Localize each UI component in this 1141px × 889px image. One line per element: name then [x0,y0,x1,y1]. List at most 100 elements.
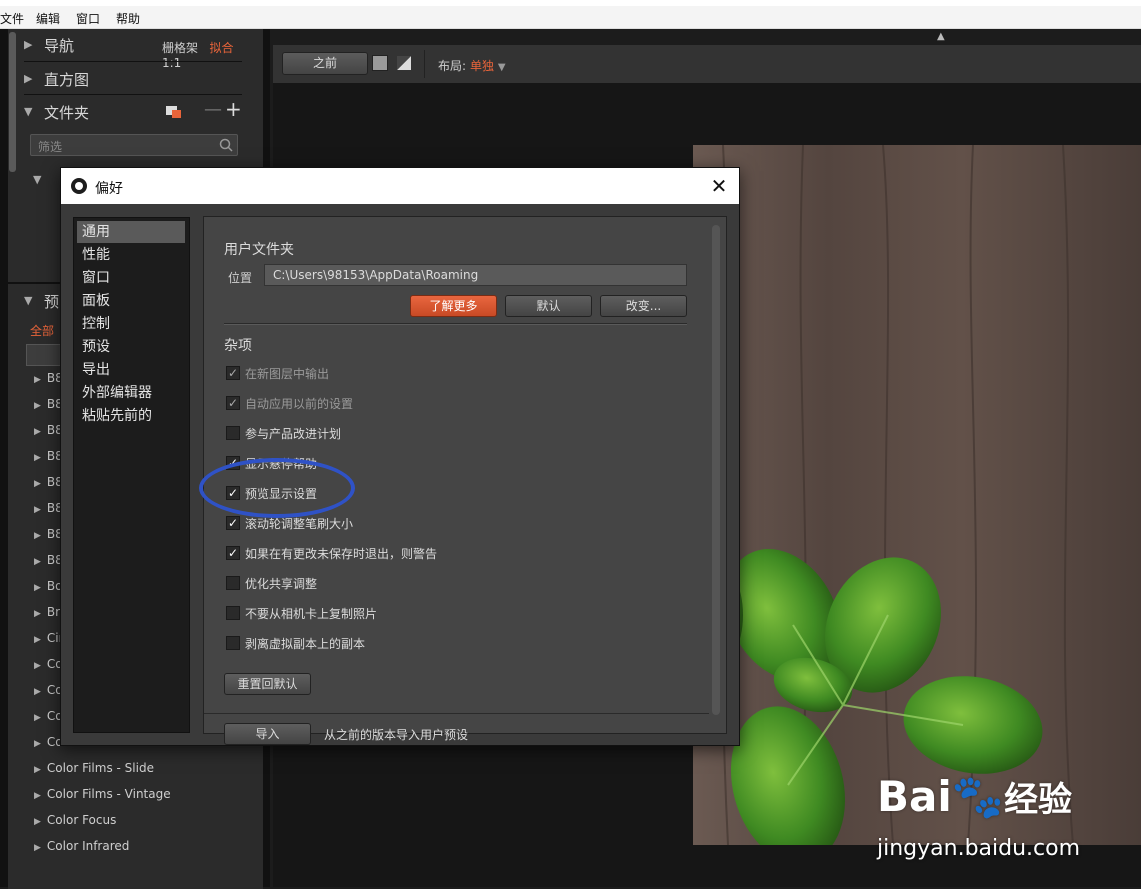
category-item[interactable]: 预设 [77,336,185,358]
expand-arrow-icon[interactable]: ▶ [34,635,41,645]
checkbox-unchecked[interactable] [226,606,240,620]
expand-arrow-icon[interactable]: ▶ [34,765,41,775]
preset-item[interactable]: ▶ Color Films - Slide [34,761,154,775]
panel-navigator[interactable]: ▶ 导航 栅格架 拟合 1:1 [24,30,242,70]
expand-arrow-icon[interactable]: ▶ [34,401,41,411]
before-button[interactable]: 之前 [282,52,368,75]
watermark-url: jingyan.baidu.com [877,836,1081,861]
checkbox-checked[interactable]: ✓ [226,516,240,530]
expand-arrow-icon[interactable]: ▶ [34,661,41,671]
layout-dropdown[interactable]: 单独 ▼ [470,57,506,74]
expand-arrow-icon[interactable]: ▶ [34,739,41,749]
expand-arrow-icon[interactable]: ▶ [34,687,41,697]
category-item[interactable]: 面板 [77,290,185,312]
checkbox-checked[interactable]: ✓ [226,396,240,410]
toolbar-divider [424,50,425,78]
folder-filter-input[interactable]: 筛选 [30,134,238,156]
category-item[interactable]: 窗口 [77,267,185,289]
preset-item[interactable]: ▶ B8 [34,553,63,567]
presets-filter-all[interactable]: 全部 [30,322,54,339]
preset-item[interactable]: ▶ B8 [34,397,63,411]
category-item[interactable]: 控制 [77,313,185,335]
expand-arrow-icon[interactable]: ▶ [34,791,41,801]
location-value: C:\Users\98153\AppData\Roaming [273,268,479,282]
dialog-titlebar[interactable] [61,168,739,204]
panel-histogram[interactable]: ▶ 直方图 [24,64,242,96]
expand-arrow-icon[interactable]: ▶ [34,427,41,437]
menu-file[interactable]: 文件 [0,10,24,27]
category-item[interactable]: 粘贴先前的 [77,405,185,427]
add-folder-icon[interactable] [166,105,182,119]
collapse-arrow-icon[interactable]: ▼ [24,294,32,307]
default-button[interactable]: 默认 [505,295,592,317]
divider [204,713,709,714]
checkbox-checked[interactable]: ✓ [226,366,240,380]
split-view-icon[interactable] [395,54,413,72]
preset-item[interactable]: ▶ B8 [34,475,63,489]
option-label: 在新图层中输出 [245,367,330,381]
panel-folders[interactable]: ▼ 文件夹 — + [24,97,242,129]
preset-item[interactable]: ▶ Co [34,683,63,697]
expand-arrow-icon[interactable]: ▶ [24,38,32,51]
presets-label: 预 [44,293,60,311]
zoom-grid-option[interactable]: 栅格架 [162,41,198,55]
collapse-arrow-icon[interactable]: ▼ [33,173,41,186]
content-scrollbar[interactable] [712,225,720,715]
preset-item[interactable]: ▶ Bo [34,579,63,593]
preset-label: Br [46,605,61,619]
remove-folder-icon[interactable]: — [204,99,222,120]
reset-defaults-button[interactable]: 重置回默认 [224,673,311,695]
expand-arrow-icon[interactable]: ▶ [34,479,41,489]
expand-arrow-icon[interactable]: ▶ [34,843,41,853]
zoom-fit-option[interactable]: 拟合 [209,41,233,55]
section-divider [224,323,687,325]
expand-arrow-icon[interactable]: ▶ [34,531,41,541]
menu-edit[interactable]: 编辑 [36,10,60,27]
category-item[interactable]: 性能 [77,244,185,266]
preset-item[interactable]: ▶ Color Infrared [34,839,129,853]
category-item[interactable]: 导出 [77,359,185,381]
location-field[interactable]: C:\Users\98153\AppData\Roaming [264,264,687,286]
collapse-arrow-icon[interactable]: ▼ [24,105,32,118]
preset-item[interactable]: ▶ B8 [34,501,63,515]
preset-label: Color Focus [46,813,117,827]
compare-square-icon[interactable] [372,55,388,71]
checkbox-unchecked[interactable] [226,576,240,590]
preset-item[interactable]: ▶ Br [34,605,60,619]
expand-arrow-icon[interactable]: ▶ [24,72,32,85]
category-item[interactable]: 通用 [77,221,185,243]
close-icon[interactable]: ✕ [707,174,731,198]
import-button[interactable]: 导入 [224,723,311,745]
expand-arrow-icon[interactable]: ▶ [34,713,41,723]
left-panel-scrollbar[interactable] [9,32,16,172]
highlight-ellipse [199,458,355,518]
menu-help[interactable]: 帮助 [116,10,140,27]
preset-item[interactable]: ▶ Color Focus [34,813,116,827]
category-item[interactable]: 外部编辑器 [77,382,185,404]
preset-item[interactable]: ▶ B8 [34,423,63,437]
checkbox-checked[interactable]: ✓ [226,546,240,560]
expand-arrow-icon[interactable]: ▶ [34,557,41,567]
add-icon[interactable]: + [225,97,242,121]
change-button[interactable]: 改变... [600,295,687,317]
expand-arrow-icon[interactable]: ▶ [34,817,41,827]
preset-item[interactable]: ▶ Co [34,657,63,671]
preset-item[interactable]: ▶ B8 [34,527,63,541]
checkbox-unchecked[interactable] [226,636,240,650]
collapse-toolbar-icon[interactable]: ▲ [937,31,945,42]
preset-item[interactable]: ▶ Color Films - Vintage [34,787,171,801]
preset-item[interactable]: ▶ B8 [34,371,63,385]
app-logo-icon [71,178,87,194]
checkbox-unchecked[interactable] [226,426,240,440]
expand-arrow-icon[interactable]: ▶ [34,609,41,619]
expand-arrow-icon[interactable]: ▶ [34,375,41,385]
preset-item[interactable]: ▶ B8 [34,449,63,463]
expand-arrow-icon[interactable]: ▶ [34,505,41,515]
chevron-down-icon: ▼ [497,62,506,73]
learn-more-button[interactable]: 了解更多 [410,295,497,317]
preset-label: Color Films - Vintage [46,787,171,801]
expand-arrow-icon[interactable]: ▶ [34,583,41,593]
preset-label: Color Infrared [46,839,130,853]
menu-window[interactable]: 窗口 [76,10,100,27]
expand-arrow-icon[interactable]: ▶ [34,453,41,463]
